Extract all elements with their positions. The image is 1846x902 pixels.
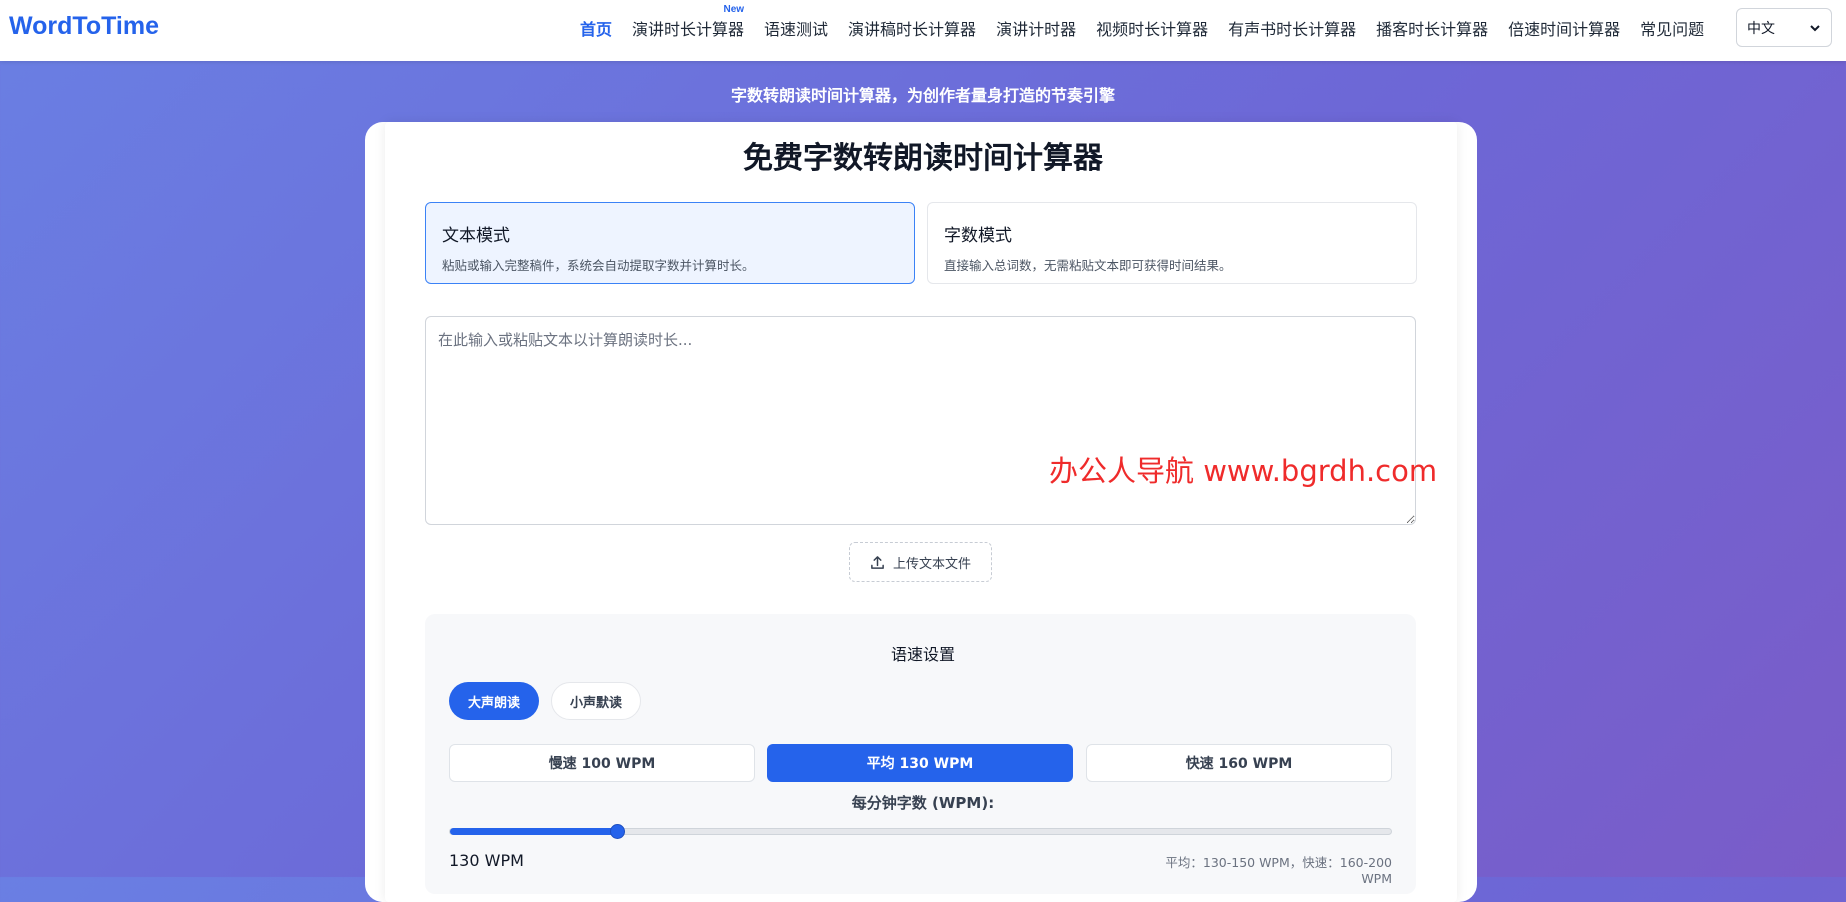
read-aloud-button[interactable]: 大声朗读 xyxy=(449,682,539,720)
mode-text[interactable]: 文本模式 粘贴或输入完整稿件，系统会自动提取字数并计算时长。 xyxy=(425,202,915,284)
preset-fast-button[interactable]: 快速 160 WPM xyxy=(1086,744,1392,782)
nav-label: 演讲稿时长计算器 xyxy=(848,20,977,39)
mode-desc: 直接输入总词数，无需粘贴文本即可获得时间结果。 xyxy=(944,258,1232,273)
nav-audiobook-duration[interactable]: 有声书时长计算器 xyxy=(1228,16,1356,40)
upload-file-button[interactable]: 上传文本文件 xyxy=(849,542,992,582)
wpm-slider-fill xyxy=(450,828,618,835)
wpm-value: 130 WPM xyxy=(449,851,524,870)
chevron-down-icon xyxy=(1810,24,1820,31)
page-title: 免费字数转朗读时间计算器 xyxy=(743,141,1103,176)
nav-speech-timer[interactable]: 演讲计时器 xyxy=(996,16,1076,40)
nav-speed-test[interactable]: 语速测试 xyxy=(764,16,828,40)
language-value: 中文 xyxy=(1747,20,1775,37)
nav-video-duration[interactable]: 视频时长计算器 xyxy=(1096,16,1208,40)
wpm-hint: 平均：130-150 WPM，快速：160-200 WPM xyxy=(1165,855,1392,886)
wpm-label: 每分钟字数 (WPM): xyxy=(851,794,995,812)
upload-label: 上传文本文件 xyxy=(892,556,971,572)
text-input[interactable] xyxy=(425,316,1416,525)
nav-speech-script-duration[interactable]: 演讲稿时长计算器 xyxy=(848,16,976,40)
hero-tagline: 字数转朗读时间计算器，为创作者量身打造的节奏引擎 xyxy=(730,86,1115,105)
nav-label: 有声书时长计算器 xyxy=(1228,20,1357,39)
nav-home[interactable]: 首页 xyxy=(580,16,612,40)
mode-title: 字数模式 xyxy=(944,226,1012,246)
nav-label: 常见问题 xyxy=(1640,20,1705,39)
nav-label: 播客时长计算器 xyxy=(1376,20,1489,39)
nav-label: 视频时长计算器 xyxy=(1096,20,1209,39)
nav-label: 演讲时长计算器 xyxy=(632,20,745,39)
nav-label: 首页 xyxy=(580,20,613,39)
nav-podcast-duration[interactable]: 播客时长计算器 xyxy=(1376,16,1488,40)
mode-title: 文本模式 xyxy=(442,226,510,246)
mode-desc: 粘贴或输入完整稿件，系统会自动提取字数并计算时长。 xyxy=(442,258,755,273)
nav-label: 语速测试 xyxy=(764,20,829,39)
nav-speech-duration[interactable]: 演讲时长计算器 New xyxy=(632,4,745,40)
speed-settings-title: 语速设置 xyxy=(890,645,955,664)
nav-faq[interactable]: 常见问题 xyxy=(1640,16,1704,40)
mode-word-count[interactable]: 字数模式 直接输入总词数，无需粘贴文本即可获得时间结果。 xyxy=(927,202,1417,284)
new-badge: New xyxy=(723,4,745,15)
top-navbar: WordToTime 首页 演讲时长计算器 New 语速测试 演讲稿时长计算器 演… xyxy=(0,0,1846,61)
nav-label: 倍速时间计算器 xyxy=(1508,20,1621,39)
logo[interactable]: WordToTime xyxy=(9,12,159,41)
nav-label: 演讲计时器 xyxy=(996,20,1077,39)
nav-playback-speed[interactable]: 倍速时间计算器 xyxy=(1508,16,1620,40)
wpm-slider[interactable] xyxy=(449,824,1392,839)
preset-slow-button[interactable]: 慢速 100 WPM xyxy=(449,744,755,782)
main-nav: 首页 演讲时长计算器 New 语速测试 演讲稿时长计算器 演讲计时器 视频时长计算… xyxy=(580,4,1704,40)
upload-icon xyxy=(871,555,884,569)
silent-read-button[interactable]: 小声默读 xyxy=(551,682,641,720)
language-select[interactable]: 中文 xyxy=(1736,8,1832,47)
preset-average-button[interactable]: 平均 130 WPM xyxy=(767,744,1073,782)
